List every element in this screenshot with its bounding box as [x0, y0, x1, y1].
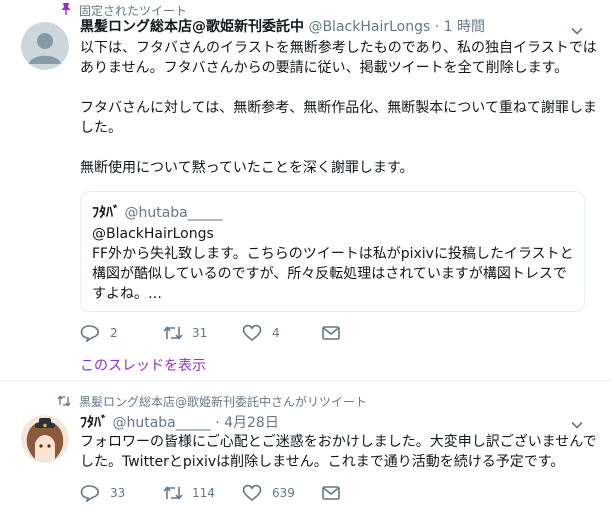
display-name[interactable]: 黒髪ロング総本店@歌姫新刊委託中 — [80, 19, 304, 35]
quoted-tweet-text: @BlackHairLongs FF外から失礼致します。こちらのツイートは私がp… — [92, 224, 577, 304]
tweet-actions: 33 114 639 — [80, 483, 360, 503]
handle[interactable]: @BlackHairLongs — [308, 19, 430, 35]
display-name[interactable]: ﾌﾀﾊﾞ — [80, 415, 108, 431]
show-thread-link[interactable]: このスレッドを表示 — [80, 355, 206, 375]
reply-count: 33 — [110, 486, 126, 500]
retweeted-tweet[interactable]: 黒髪ロング総本店@歌姫新刊委託中さんがリツイート ﾌﾀﾊﾞ @hutaba___… — [0, 381, 612, 510]
separator: · — [215, 415, 220, 431]
direct-message-button[interactable] — [321, 323, 341, 343]
retweet-count: 114 — [192, 486, 215, 500]
pin-icon — [61, 3, 71, 15]
avatar[interactable] — [21, 22, 69, 70]
retweet-count: 31 — [192, 326, 208, 340]
pinned-tweet[interactable]: 固定されたツイート 黒髪ロング総本店@歌姫新刊委託中 @BlackHairLon… — [0, 0, 612, 380]
heart-icon — [242, 324, 262, 342]
tweet-text: 以下は、フタバさんのイラストを無断参考したものであり、私の独自イラストではありま… — [80, 38, 600, 178]
handle[interactable]: @hutaba_____ — [112, 415, 210, 431]
reply-icon — [80, 485, 100, 502]
tweet-header: 黒髪ロング総本店@歌姫新刊委託中 @BlackHairLongs · 1 時間 — [80, 18, 485, 36]
envelope-icon — [322, 486, 340, 500]
pinned-label: 固定されたツイート — [79, 4, 188, 18]
timestamp[interactable]: 1 時間 — [444, 19, 485, 35]
tweet-paragraph: 以下は、フタバさんのイラストを無断参考したものであり、私の独自イラストではありま… — [80, 40, 597, 76]
avatar[interactable] — [21, 415, 69, 463]
quoted-display-name: ﾌﾀﾊﾞ — [92, 205, 120, 221]
separator: · — [434, 19, 440, 35]
retweet-icon — [163, 326, 183, 340]
quoted-tweet[interactable]: ﾌﾀﾊﾞ @hutaba_____ @BlackHairLongs FF外から失… — [80, 191, 585, 312]
tweet-text: フォロワーの皆様にご心配とご迷惑をおかけしました。大変申し訳ございませんでした。… — [80, 432, 600, 472]
quoted-handle: @hutaba_____ — [124, 205, 223, 221]
tweet-header: ﾌﾀﾊﾞ @hutaba_____ · 4月28日 — [80, 414, 279, 432]
reply-icon — [80, 325, 100, 342]
like-count: 639 — [272, 486, 295, 500]
heart-icon — [242, 484, 262, 502]
reply-count: 2 — [110, 326, 118, 340]
default-avatar-icon — [21, 22, 69, 70]
timestamp[interactable]: 4月28日 — [224, 415, 279, 431]
retweet-icon — [57, 395, 71, 407]
tweet-paragraph: 無断使用について黙っていたことを深く謝罪します。 — [80, 160, 414, 176]
like-count: 4 — [272, 326, 280, 340]
direct-message-button[interactable] — [321, 483, 341, 503]
tweet-paragraph: フォロワーの皆様にご心配とご迷惑をおかけしました。大変申し訳ございませんでした。… — [80, 434, 597, 470]
quoted-tweet-header: ﾌﾀﾊﾞ @hutaba_____ — [92, 204, 223, 222]
retweet-context-label[interactable]: 黒髪ロング総本店@歌姫新刊委託中さんがリツイート — [79, 393, 367, 410]
tweet-actions: 2 31 4 — [80, 323, 360, 343]
chevron-down-icon[interactable] — [569, 417, 585, 433]
quoted-mention: @BlackHairLongs — [92, 226, 214, 242]
character-avatar-icon — [21, 415, 69, 463]
envelope-icon — [322, 326, 340, 340]
chevron-down-icon[interactable] — [569, 23, 585, 39]
quoted-body: FF外から失礼致します。こちらのツイートは私がpixivに投稿したイラストと構図… — [92, 246, 574, 302]
tweet-paragraph: フタバさんに対しては、無断参考、無断作品化、無断製本について重ねて謝罪しました。 — [80, 100, 597, 136]
retweet-icon — [163, 486, 183, 500]
